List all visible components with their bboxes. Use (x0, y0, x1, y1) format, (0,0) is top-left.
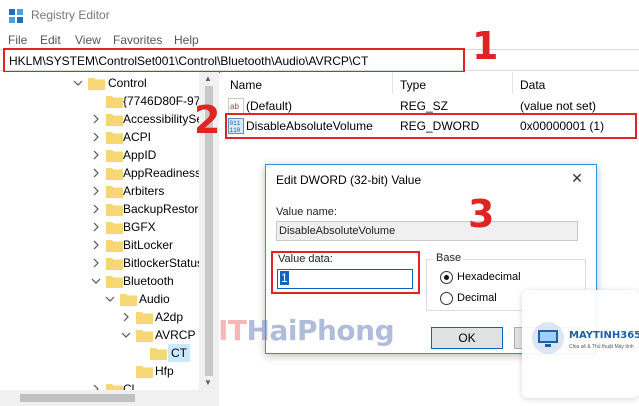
folder-icon (106, 96, 123, 108)
folder-icon (150, 348, 167, 360)
folder-icon (106, 222, 123, 234)
folder-icon (106, 384, 123, 390)
chevron-down-icon[interactable] (120, 329, 132, 341)
column-header-name[interactable]: Name (230, 78, 262, 92)
chevron-down-icon[interactable] (72, 77, 84, 89)
folder-icon (106, 132, 123, 144)
highlight-box-address (3, 48, 465, 73)
registry-editor-icon (9, 9, 23, 23)
hexadecimal-radio[interactable] (440, 271, 453, 284)
annotation-3: 3 (468, 192, 495, 236)
folder-icon (106, 114, 123, 126)
chevron-down-icon[interactable] (90, 275, 102, 287)
tree-horizontal-scrollbar[interactable] (0, 390, 219, 406)
column-divider[interactable] (392, 72, 393, 94)
folder-open-icon (120, 294, 137, 306)
watermark-itHaiPhong: ITHaiPhong (218, 314, 395, 347)
scroll-up-arrow-icon[interactable]: ▲ (204, 74, 212, 83)
folder-icon (106, 168, 123, 180)
annotation-2: 2 (194, 98, 221, 142)
folder-icon (106, 240, 123, 252)
folder-icon (136, 366, 153, 378)
hexadecimal-label[interactable]: Hexadecimal (457, 271, 521, 283)
computer-logo-icon (532, 322, 564, 354)
close-icon[interactable]: ✕ (568, 170, 586, 188)
folder-icon (88, 78, 105, 90)
column-divider[interactable] (512, 72, 513, 94)
highlight-box-value-data (271, 251, 420, 294)
menu-favorites[interactable]: Favorites (113, 33, 162, 47)
value-name-field[interactable]: DisableAbsoluteVolume (276, 221, 578, 241)
folder-icon (106, 258, 123, 270)
registry-tree: Control {7746D80F-97E AccessibilitySe AC… (0, 72, 218, 390)
chevron-right-icon[interactable] (90, 221, 102, 233)
string-value-icon: ab (228, 98, 244, 114)
decimal-label[interactable]: Decimal (457, 292, 497, 304)
chevron-right-icon[interactable] (90, 203, 102, 215)
menu-view[interactable]: View (75, 33, 101, 47)
menu-bar: File Edit View Favorites Help (0, 31, 639, 49)
base-label: Base (434, 252, 464, 264)
menu-file[interactable]: File (8, 33, 27, 47)
folder-icon (136, 312, 153, 324)
chevron-right-icon[interactable] (90, 131, 102, 143)
annotation-1: 1 (472, 24, 499, 68)
column-header-data[interactable]: Data (520, 78, 545, 92)
scroll-thumb[interactable] (20, 394, 135, 402)
chevron-right-icon[interactable] (90, 383, 102, 390)
folder-icon (106, 186, 123, 198)
menu-edit[interactable]: Edit (40, 33, 61, 47)
menu-help[interactable]: Help (174, 33, 199, 47)
chevron-right-icon[interactable] (90, 167, 102, 179)
column-header-type[interactable]: Type (400, 78, 426, 92)
chevron-right-icon[interactable] (120, 311, 132, 323)
folder-open-icon (106, 276, 123, 288)
chevron-right-icon[interactable] (90, 149, 102, 161)
chevron-down-icon[interactable] (104, 293, 116, 305)
title-bar: Registry Editor (0, 0, 639, 30)
highlight-box-value-row (225, 113, 637, 139)
folder-icon (106, 204, 123, 216)
value-name-label: Value name: (276, 206, 337, 218)
folder-open-icon (136, 330, 153, 342)
decimal-radio[interactable] (440, 292, 453, 305)
window-title: Registry Editor (31, 8, 110, 22)
svg-text:ab: ab (230, 102, 239, 111)
chevron-right-icon[interactable] (90, 113, 102, 125)
chevron-right-icon[interactable] (90, 185, 102, 197)
scroll-down-arrow-icon[interactable]: ▼ (204, 378, 212, 387)
dialog-title: Edit DWORD (32-bit) Value (276, 173, 422, 187)
folder-icon (106, 150, 123, 162)
chevron-right-icon[interactable] (90, 257, 102, 269)
ok-button[interactable]: OK (431, 327, 503, 349)
chevron-right-icon[interactable] (90, 239, 102, 251)
maytinh365-logo: MAYTINH365 Chia sẻ & Thủ thuật Máy tính (522, 290, 639, 398)
